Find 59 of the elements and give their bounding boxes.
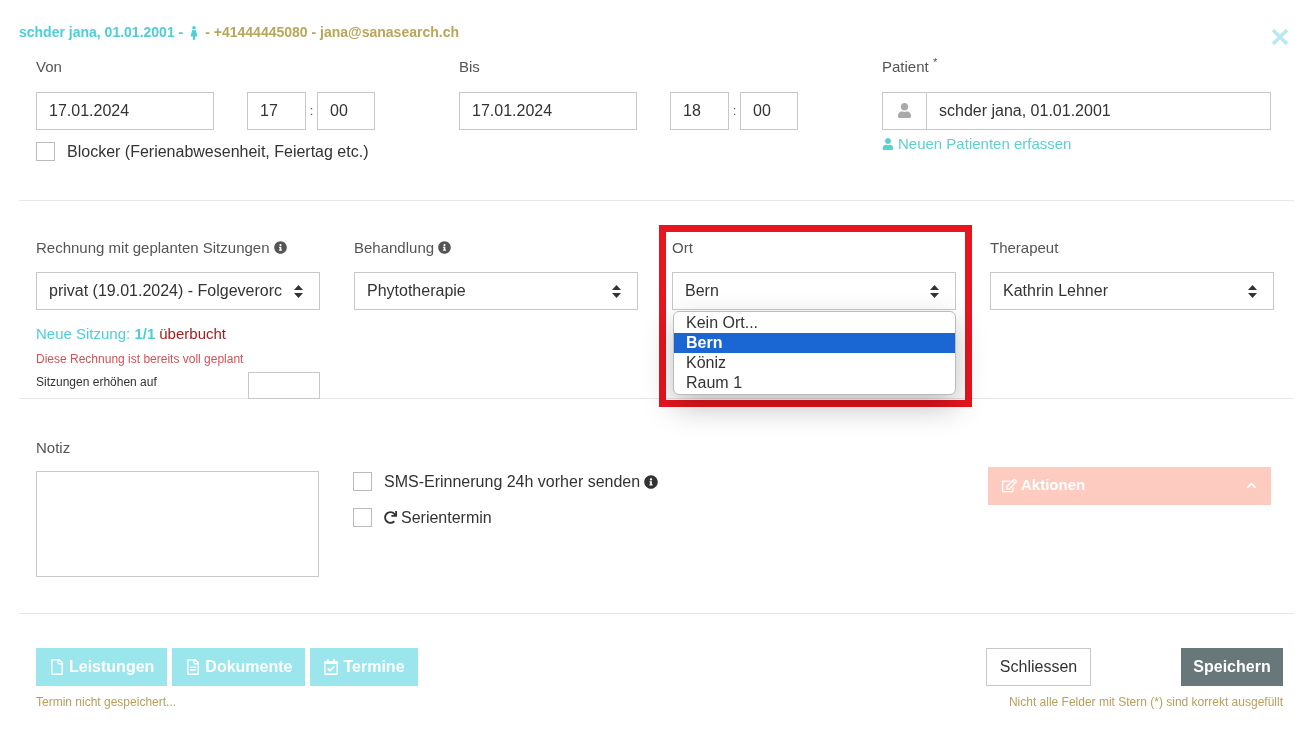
checkbox[interactable] bbox=[353, 472, 372, 491]
blocker-label: Blocker (Ferienabwesenheit, Feiertag etc.) bbox=[67, 141, 369, 162]
sort-caret-icon bbox=[930, 284, 939, 298]
note-field[interactable] bbox=[36, 471, 319, 577]
date-field[interactable]: 17.01.2024 bbox=[36, 91, 214, 130]
therapist-select[interactable]: Kathrin Lehner bbox=[990, 272, 1274, 310]
hour-field[interactable]: 18 bbox=[670, 91, 729, 130]
contact-info: - +41444445080 - jana@sanasearch.ch bbox=[205, 23, 459, 42]
file-icon bbox=[49, 658, 65, 675]
overbooked-status: überbucht bbox=[159, 324, 226, 344]
sessions-field[interactable] bbox=[248, 371, 320, 399]
sort-caret-icon bbox=[612, 284, 621, 298]
close-dialog-button[interactable]: Schliessen bbox=[986, 647, 1091, 686]
field-label: Behandlung bbox=[354, 236, 638, 259]
time-separator: : bbox=[731, 101, 738, 120]
field-label: Ort bbox=[672, 237, 694, 258]
calendar-icon bbox=[323, 658, 340, 675]
save-status-note: Termin nicht gespeichert... bbox=[36, 693, 178, 711]
field-label: Patient $^{*}$ bbox=[882, 56, 939, 77]
field-label: Bis bbox=[459, 57, 481, 77]
info-icon bbox=[438, 241, 452, 255]
field-label: Rechnung mit geplanten Sitzungen bbox=[36, 236, 320, 259]
minute-field[interactable]: 00 bbox=[317, 91, 375, 130]
error-message: Diese Rechnung ist bereits voll geplant bbox=[36, 350, 245, 368]
location-option[interactable]: Kein Ort... bbox=[674, 313, 955, 333]
hour-field[interactable]: 17 bbox=[247, 91, 306, 130]
checkbox[interactable] bbox=[353, 508, 372, 527]
sort-caret-icon bbox=[1248, 284, 1257, 298]
refresh-icon bbox=[384, 511, 397, 524]
date-field[interactable]: 17.01.2024 bbox=[459, 91, 637, 130]
time-separator: : bbox=[308, 101, 315, 120]
location-option[interactable]: Raum 1 bbox=[674, 373, 955, 393]
increase-label: Sitzungen erhöhen auf bbox=[36, 374, 157, 391]
field-label: Von bbox=[36, 57, 63, 77]
field-label: Therapeut bbox=[990, 237, 1060, 258]
info-icon bbox=[644, 474, 659, 489]
user-icon bbox=[897, 103, 912, 118]
session-status: Neue Sitzung: 1/1 bbox=[36, 324, 156, 344]
sort-caret-icon bbox=[294, 284, 303, 298]
invoice-select[interactable]: privat (19.01.2024) - Folgeverorc bbox=[36, 272, 320, 310]
chevron-up-icon bbox=[1246, 480, 1257, 491]
field-label: Notiz bbox=[36, 437, 72, 458]
edit-icon bbox=[1002, 478, 1017, 493]
document-icon bbox=[185, 658, 202, 675]
checkbox[interactable] bbox=[36, 142, 55, 161]
validation-note: Nicht alle Felder mit Stern (*) sind korrekt ausgefüllt bbox=[1008, 693, 1283, 711]
option-label: Serientermin bbox=[401, 507, 492, 528]
location-option[interactable]: Köniz bbox=[674, 353, 955, 373]
location-select[interactable]: Bern bbox=[672, 272, 956, 310]
minute-field[interactable]: 00 bbox=[740, 91, 798, 130]
save-button[interactable]: Speichern bbox=[1181, 647, 1283, 686]
location-option[interactable]: Bern bbox=[674, 333, 955, 353]
close-button[interactable] bbox=[1271, 28, 1289, 46]
treatment-select[interactable]: Phytotherapie bbox=[354, 272, 638, 310]
user-icon bbox=[882, 137, 894, 150]
patient-summary: schder jana, 01.01.2001 - bbox=[19, 23, 184, 42]
info-icon bbox=[273, 241, 287, 255]
option-label: SMS-Erinnerung 24h vorher senden bbox=[384, 471, 641, 492]
patient-field[interactable]: schder jana, 01.01.2001 bbox=[882, 91, 1271, 130]
